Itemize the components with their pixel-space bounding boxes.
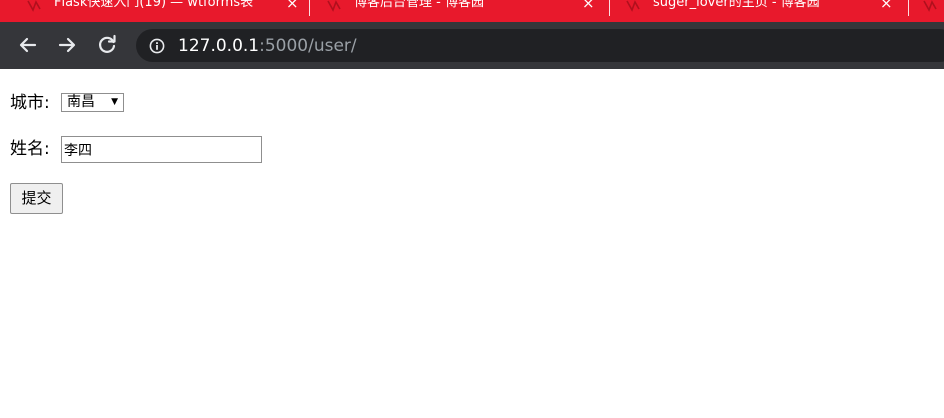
submit-button[interactable]: 提交: [10, 183, 63, 214]
site-favicon-icon: [923, 0, 937, 12]
tab-separator: [609, 0, 610, 16]
tab-separator: [309, 0, 310, 16]
site-favicon-icon: [626, 0, 640, 12]
site-favicon-icon: [327, 0, 341, 12]
close-icon[interactable]: ×: [582, 0, 595, 12]
site-favicon-icon: [27, 0, 41, 12]
arrow-right-icon: [58, 37, 76, 53]
tab-partial[interactable]: [922, 0, 944, 22]
arrow-left-icon: [19, 37, 37, 53]
tab-flask[interactable]: Flask快速入门(19) — wtforms表 ×: [26, 0, 308, 22]
url-path: :5000/user/: [259, 36, 357, 56]
tab-strip: Flask快速入门(19) — wtforms表 × 博客后台管理 - 博客园 …: [0, 0, 944, 22]
city-label: 城市:: [10, 93, 50, 113]
tab-separator: [908, 0, 909, 16]
dropdown-arrow-icon: ▼: [111, 97, 118, 107]
url-host: 127.0.0.1: [178, 36, 260, 56]
tab-blog-admin[interactable]: 博客后台管理 - 博客园 ×: [326, 0, 608, 22]
browser-toolbar: 127.0.0.1:5000/user/: [0, 22, 944, 69]
info-icon[interactable]: [149, 38, 165, 54]
reload-icon: [99, 34, 116, 53]
name-input[interactable]: [61, 136, 262, 163]
tab-title: 博客后台管理 - 博客园: [354, 0, 484, 10]
forward-button[interactable]: [55, 33, 79, 57]
reload-button[interactable]: [95, 33, 119, 57]
close-icon[interactable]: ×: [286, 0, 299, 12]
city-select[interactable]: 南昌 ▼: [61, 93, 124, 112]
name-label: 姓名:: [10, 139, 50, 159]
close-icon[interactable]: ×: [880, 0, 893, 12]
tab-title: suger_lover的主页 - 博客园: [653, 0, 820, 10]
city-selected-value: 南昌: [67, 94, 95, 110]
back-button[interactable]: [16, 33, 40, 57]
address-bar[interactable]: 127.0.0.1:5000/user/: [136, 29, 944, 62]
tab-user-home[interactable]: suger_lover的主页 - 博客园 ×: [625, 0, 907, 22]
tab-title: Flask快速入门(19) — wtforms表: [54, 0, 254, 10]
url-text[interactable]: 127.0.0.1:5000/user/: [178, 36, 357, 56]
page-content: 城市: 南昌 ▼ 姓名: 提交: [0, 69, 944, 418]
